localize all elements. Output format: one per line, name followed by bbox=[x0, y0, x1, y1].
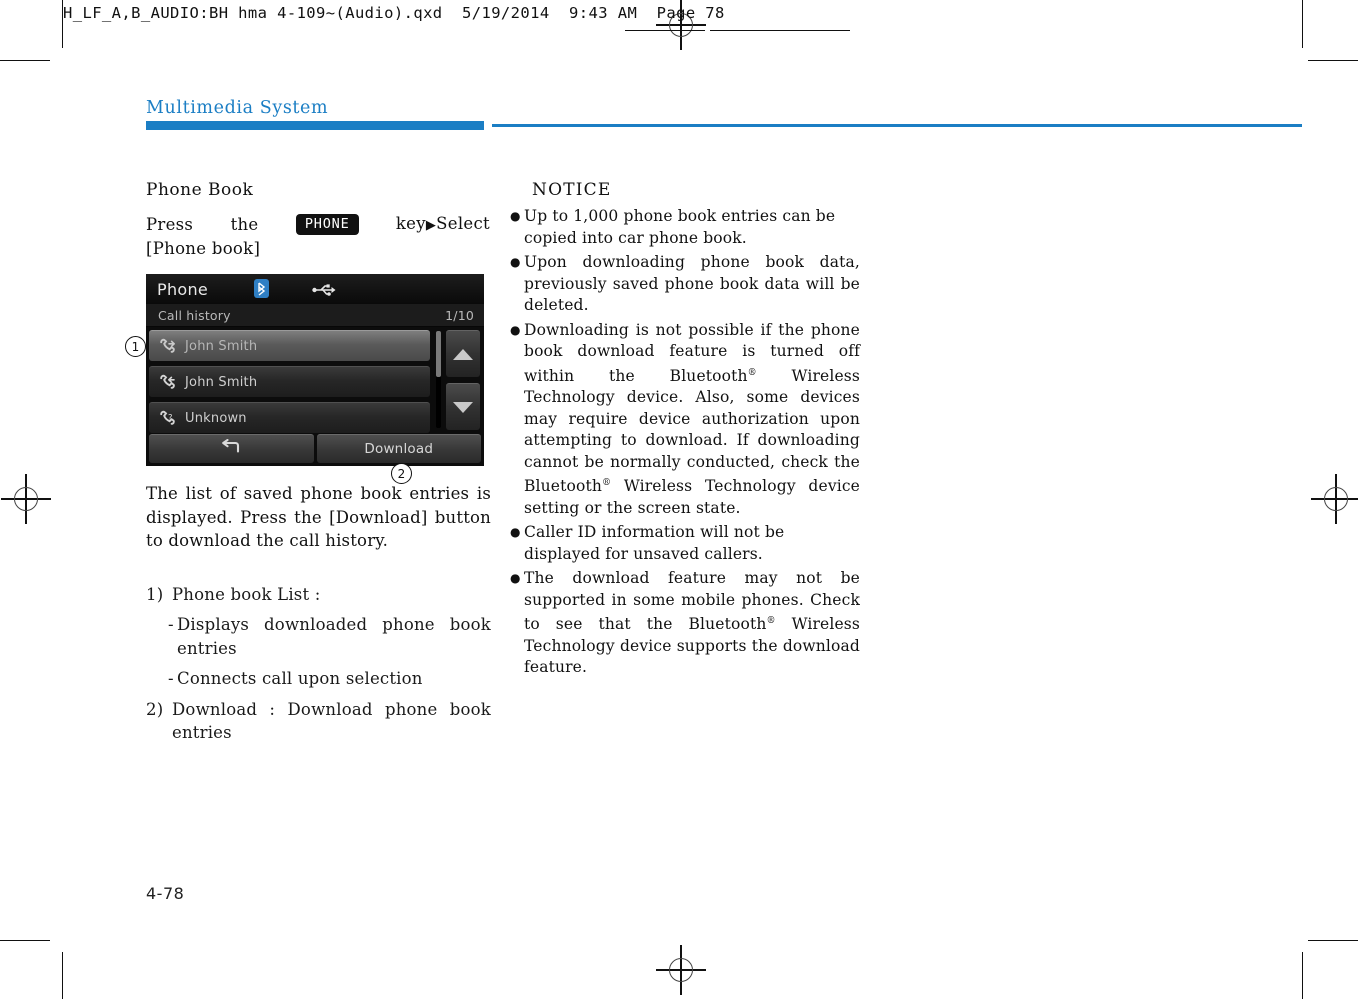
notice-bullet: ● The download feature may not be suppor… bbox=[510, 568, 860, 679]
list-item-label: John Smith bbox=[185, 338, 258, 354]
usb-icon bbox=[312, 282, 336, 296]
phone-screen: Phone Call history 1/10 John Smith John … bbox=[146, 274, 484, 466]
notice-bullet-text: Caller ID information will not be displa… bbox=[524, 523, 785, 563]
press-instruction: Press the PHONE key▶Select [Phone book] bbox=[146, 212, 491, 260]
the-word: the bbox=[230, 215, 259, 234]
incoming-call-icon bbox=[158, 373, 177, 392]
sub-entry-text: Connects call upon selection bbox=[177, 669, 423, 688]
list-item[interactable]: John Smith bbox=[149, 366, 430, 397]
title-rule bbox=[492, 124, 1302, 127]
notice-bullet-text: Up to 1,000 phone book entries can be co… bbox=[524, 207, 836, 247]
description-paragraph: The list of saved phone book entries is … bbox=[146, 484, 491, 550]
left-column: Phone Book Press the PHONE key▶Select [P… bbox=[125, 180, 491, 750]
phone-key-chip: PHONE bbox=[295, 213, 359, 236]
device-title: Phone bbox=[157, 279, 209, 299]
list-text: Download : Download phone book entries bbox=[172, 699, 491, 743]
sub-entry-text: Displays downloaded phone book entries bbox=[177, 615, 491, 658]
callout-one: 1 bbox=[125, 336, 146, 357]
list-item-label: Unknown bbox=[185, 410, 247, 426]
device-screenshot-figure: Phone Call history 1/10 John Smith John … bbox=[125, 274, 484, 484]
dash-mark: - bbox=[168, 669, 174, 688]
device-footer: Download bbox=[146, 434, 484, 466]
phone-book-heading: Phone Book bbox=[146, 180, 254, 200]
download-button[interactable]: Download bbox=[316, 434, 481, 463]
notice-bullet: ● Caller ID information will not be disp… bbox=[510, 522, 860, 565]
numbered-list: 1) Phone book List : - Displays download… bbox=[146, 583, 491, 745]
svg-text:?: ? bbox=[168, 413, 173, 423]
dash-mark: - bbox=[168, 615, 174, 634]
list-item[interactable]: John Smith bbox=[149, 330, 430, 361]
bullet-icon: ● bbox=[510, 322, 521, 337]
scroll-buttons bbox=[446, 330, 480, 436]
bullet-icon: ● bbox=[510, 255, 521, 269]
bullet-icon: ● bbox=[510, 571, 521, 586]
unknown-call-icon: ? bbox=[158, 409, 177, 428]
bullet-icon: ● bbox=[510, 525, 521, 540]
device-body: John Smith John Smith ? Unknown bbox=[146, 327, 484, 437]
title-accent-bar bbox=[146, 121, 484, 130]
triangle-down-icon bbox=[453, 401, 473, 413]
key-word: key▶Select bbox=[395, 214, 490, 233]
list-text: Phone book List : bbox=[172, 584, 321, 604]
list-number: 1) bbox=[146, 584, 164, 604]
press-second-line: [Phone book] bbox=[146, 239, 261, 258]
sub-entry: - Connects call upon selection bbox=[168, 667, 491, 691]
notice-bullet-text: The download feature may not be supporte… bbox=[524, 569, 861, 677]
call-history-label: Call history bbox=[158, 307, 231, 323]
back-arrow-icon bbox=[220, 438, 242, 459]
bluetooth-icon bbox=[254, 279, 269, 298]
list-number: 2) bbox=[146, 699, 164, 719]
notice-bullet-text: Upon downloading phone book data, previo… bbox=[524, 253, 860, 314]
page-title: Multimedia System bbox=[146, 98, 329, 118]
page-indicator: 1/10 bbox=[445, 307, 474, 323]
notice-bullet: ● Up to 1,000 phone book entries can be … bbox=[510, 206, 860, 249]
list-item[interactable]: ? Unknown bbox=[149, 402, 430, 433]
device-subbar: Call history 1/10 bbox=[146, 304, 484, 327]
notice-bullet-text: Downloading is not possible if the phone… bbox=[524, 320, 860, 517]
list-entry-2: 2) Download : Download phone book entrie… bbox=[146, 698, 491, 745]
triangle-up-icon bbox=[453, 348, 473, 360]
page-content: Multimedia System Phone Book Press the P… bbox=[0, 0, 1358, 999]
arrow-right-icon: ▶ bbox=[425, 218, 437, 233]
press-word: Press bbox=[146, 215, 194, 234]
notice-bullet: ● Downloading is not possible if the pho… bbox=[510, 320, 860, 520]
page-number: 4-78 bbox=[146, 884, 185, 903]
callout-two: 2 bbox=[391, 463, 412, 484]
scroll-down-button[interactable] bbox=[446, 383, 480, 430]
notice-block: NOTICE ● Up to 1,000 phone book entries … bbox=[510, 180, 860, 682]
device-title-bar: Phone bbox=[146, 274, 484, 304]
notice-bullet: ● Upon downloading phone book data, prev… bbox=[510, 252, 860, 317]
call-list: John Smith John Smith ? Unknown bbox=[149, 330, 430, 438]
scrollbar[interactable] bbox=[436, 331, 441, 428]
list-entry-1: 1) Phone book List : bbox=[146, 583, 491, 607]
scroll-up-button[interactable] bbox=[446, 330, 480, 377]
outgoing-call-icon bbox=[158, 337, 177, 356]
back-button[interactable] bbox=[149, 434, 314, 463]
sub-entry: - Displays downloaded phone book entries bbox=[168, 613, 491, 660]
bullet-icon: ● bbox=[510, 209, 521, 223]
list-item-label: John Smith bbox=[185, 374, 258, 390]
notice-heading: NOTICE bbox=[532, 180, 612, 200]
